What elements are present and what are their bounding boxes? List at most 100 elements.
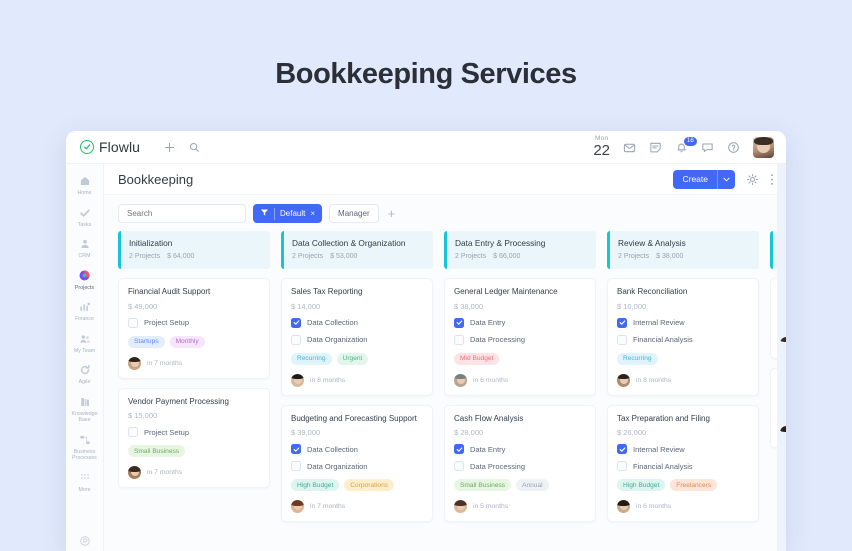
sidebar-item-label: Projects xyxy=(74,284,95,291)
card-task-row[interactable]: Project Setup xyxy=(128,317,260,328)
card-task-row[interactable]: Data Collection xyxy=(291,444,423,455)
checkbox-icon[interactable] xyxy=(454,461,464,472)
card-task-label: Internal Review xyxy=(633,444,685,454)
checkbox-icon[interactable] xyxy=(617,461,627,472)
card-task-row[interactable]: Data Organization xyxy=(291,334,423,345)
card-title: General Ledger Maintenance xyxy=(454,287,558,296)
sidebar-item-agile[interactable]: Agile xyxy=(66,359,104,389)
project-card[interactable]: Bank Reconciliation $ 10,000 Internal Revi… xyxy=(607,278,759,396)
card-assignee-avatar[interactable] xyxy=(128,466,141,480)
checkbox-icon[interactable] xyxy=(454,334,464,345)
column-header[interactable]: Data Collection & Organization 2 Projects… xyxy=(281,231,433,269)
board-scroll-gutter[interactable] xyxy=(777,164,786,551)
card-task-row[interactable]: Internal Review xyxy=(617,444,749,455)
mail-icon[interactable] xyxy=(623,141,636,154)
checkbox-icon[interactable] xyxy=(291,461,301,472)
card-tag[interactable]: Mid Budget xyxy=(454,352,500,365)
card-assignee-avatar[interactable] xyxy=(454,373,467,387)
filter-chip-default[interactable]: Default × xyxy=(253,204,323,223)
card-tag[interactable]: High Budget xyxy=(291,479,340,492)
card-task-row[interactable]: Financial Analysis xyxy=(617,461,749,472)
card-task-row[interactable]: Internal Review xyxy=(617,317,749,328)
project-card[interactable]: Sales Tax Reporting $ 14,000 Data Collecti… xyxy=(281,278,433,396)
card-tag[interactable]: Small Business xyxy=(454,479,512,492)
card-tag[interactable]: Freelancers xyxy=(670,479,718,492)
search-input[interactable] xyxy=(118,204,246,223)
checkbox-checked-icon[interactable] xyxy=(617,317,627,328)
sidebar-item-business-processes[interactable]: Business Processes xyxy=(66,429,104,465)
card-assignee-avatar[interactable] xyxy=(128,356,141,370)
notes-icon[interactable] xyxy=(649,141,662,154)
project-card[interactable]: Budgeting and Forecasting Support $ 39,00… xyxy=(281,404,433,523)
card-footer: in 6 months xyxy=(454,373,586,387)
checkbox-checked-icon[interactable] xyxy=(454,317,464,328)
sidebar-item-home[interactable]: Home xyxy=(66,170,104,200)
checkbox-checked-icon[interactable] xyxy=(617,444,627,455)
chat-icon[interactable] xyxy=(701,141,714,154)
card-amount: $ 14,000 xyxy=(291,301,321,311)
checkbox-checked-icon[interactable] xyxy=(291,317,301,328)
card-task-row[interactable]: Data Organization xyxy=(291,461,423,472)
card-tag[interactable]: Recurring xyxy=(291,352,332,365)
project-card[interactable]: Financial Audit Support $ 49,000 Project S… xyxy=(118,278,270,379)
search-icon[interactable] xyxy=(189,142,200,153)
create-button[interactable]: Create xyxy=(673,169,735,189)
column-header[interactable]: Data Entry & Processing 2 Projects $ 66,00… xyxy=(444,231,596,269)
sidebar-item-bottom[interactable] xyxy=(66,530,104,551)
brand-logo[interactable]: Flowlu xyxy=(80,139,140,155)
checkbox-icon[interactable] xyxy=(128,427,138,438)
checkbox-icon[interactable] xyxy=(617,334,627,345)
checkbox-checked-icon[interactable] xyxy=(454,444,464,455)
card-tag[interactable]: Monthly xyxy=(169,335,205,348)
column-amount: $ 66,000 xyxy=(493,253,521,260)
card-task-row[interactable]: Data Processing xyxy=(454,461,586,472)
add-filter-button[interactable]: + xyxy=(386,207,398,220)
project-card[interactable]: Tax Preparation and Filing $ 26,000 Intern… xyxy=(607,404,759,523)
card-task-row[interactable]: Data Entry xyxy=(454,317,586,328)
chevron-down-icon[interactable] xyxy=(717,169,735,189)
project-card[interactable]: General Ledger Maintenance $ 38,000 Data E… xyxy=(444,278,596,396)
sidebar-item-crm[interactable]: CRM xyxy=(66,233,104,263)
card-tag[interactable]: Small Business xyxy=(128,445,186,458)
checkbox-icon[interactable] xyxy=(128,317,138,328)
column-header[interactable]: Review & Analysis 2 Projects $ 38,000 xyxy=(607,231,759,269)
card-task-row[interactable]: Data Processing xyxy=(454,334,586,345)
sidebar-item-tasks[interactable]: Tasks xyxy=(66,202,104,232)
plus-icon[interactable] xyxy=(164,142,175,153)
card-task-row[interactable]: Data Entry xyxy=(454,444,586,455)
card-assignee-avatar[interactable] xyxy=(454,500,467,514)
filter-chip-remove[interactable]: × xyxy=(310,209,315,218)
help-icon[interactable] xyxy=(727,141,740,154)
card-tag[interactable]: Corporations xyxy=(344,479,395,492)
card-assignee-avatar[interactable] xyxy=(291,373,304,387)
more-vertical-icon[interactable] xyxy=(770,173,774,186)
sidebar-item-projects[interactable]: Projects xyxy=(66,265,104,295)
app-topbar: Flowlu Mon 22 16 xyxy=(66,131,786,164)
bell-icon[interactable]: 16 xyxy=(675,135,698,154)
filter-chip-manager[interactable]: Manager xyxy=(329,204,379,223)
card-tag[interactable]: Recurring xyxy=(617,352,658,365)
card-assignee-avatar[interactable] xyxy=(617,500,630,514)
card-task-row[interactable]: Data Collection xyxy=(291,317,423,328)
gear-icon[interactable] xyxy=(746,173,759,186)
card-tag[interactable]: Annual xyxy=(516,479,549,492)
sidebar-item-knowledge-base[interactable]: Knowledge Base xyxy=(66,391,104,427)
column-header[interactable]: Initialization 2 Projects $ 64,000 xyxy=(118,231,270,269)
card-tag[interactable]: High Budget xyxy=(617,479,666,492)
card-tag[interactable]: Urgent xyxy=(336,352,369,365)
project-card[interactable]: Cash Flow Analysis $ 28,000 Data Entry Data… xyxy=(444,404,596,523)
checkbox-icon[interactable] xyxy=(291,334,301,345)
card-task-row[interactable]: Project Setup xyxy=(128,427,260,438)
sidebar-item-more[interactable]: More xyxy=(66,467,104,497)
card-assignee-avatar[interactable] xyxy=(291,500,304,514)
checkbox-checked-icon[interactable] xyxy=(291,444,301,455)
card-assignee-avatar[interactable] xyxy=(617,373,630,387)
user-avatar[interactable] xyxy=(753,136,774,158)
card-footer: in 7 months xyxy=(128,466,260,480)
card-tag[interactable]: Startups xyxy=(128,335,165,348)
sidebar-item-my-team[interactable]: My Team xyxy=(66,328,104,358)
card-task-row[interactable]: Financial Analysis xyxy=(617,334,749,345)
sidebar-item-finance[interactable]: Finance xyxy=(66,296,104,326)
project-card[interactable]: Vendor Payment Processing $ 15,000 Project… xyxy=(118,387,270,489)
knowledge-icon xyxy=(78,395,92,409)
